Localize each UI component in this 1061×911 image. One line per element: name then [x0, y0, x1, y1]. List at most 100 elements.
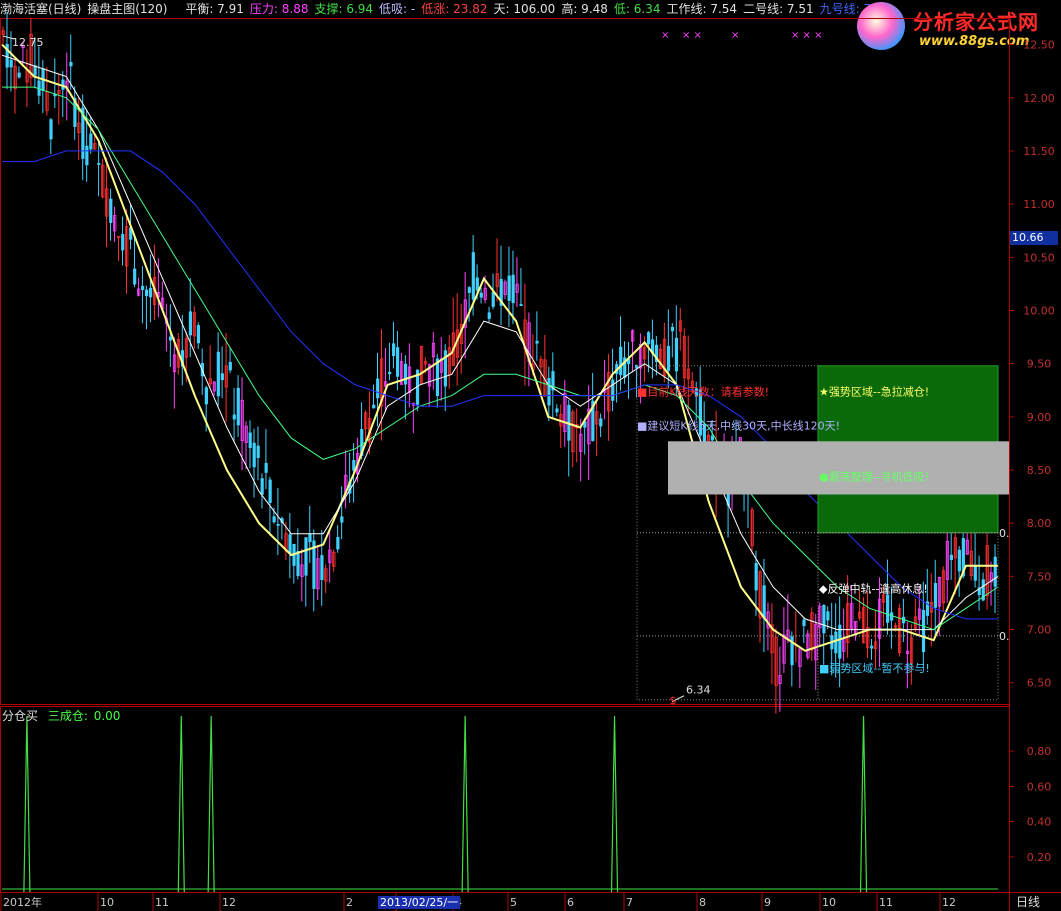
y-tick-label: 9.50	[1027, 358, 1052, 371]
box-right-text-4: ■弱势区域--暂不参与!	[819, 661, 930, 675]
candle-body	[507, 275, 511, 301]
candle-body	[826, 611, 830, 621]
candle-body	[288, 534, 292, 554]
x-tick-label: 2012年	[3, 895, 42, 909]
y-tick-label: 8.00	[1027, 517, 1052, 530]
y-tick-label: 12.50	[1023, 39, 1055, 52]
x-tick-label: 12	[222, 896, 236, 909]
candle-body	[85, 145, 89, 166]
candle-body	[754, 563, 758, 591]
candle-body	[467, 287, 471, 293]
candle-body	[49, 119, 53, 140]
sub-y-tick-label: 0.60	[1027, 780, 1052, 793]
candle-body	[33, 65, 37, 76]
candle-body	[121, 233, 125, 251]
zero-label: 0.	[999, 527, 1010, 540]
box-left-text-1: ■目前K线天数：请看参数!	[637, 385, 769, 399]
candle-body	[890, 612, 894, 621]
candle-body	[435, 358, 440, 397]
candle-body	[17, 72, 21, 78]
zero-label: 0.	[999, 630, 1010, 643]
candle-body	[396, 347, 400, 377]
ma-line	[2, 86, 999, 631]
buy-signal-spike	[610, 715, 619, 893]
candle-body	[133, 268, 137, 285]
candle-body	[479, 292, 483, 298]
low-price-label: 6.34	[686, 684, 711, 697]
candle-body	[272, 516, 276, 523]
signal-cross: ×	[661, 30, 669, 41]
ma-line	[1, 54, 999, 631]
candle-body	[555, 408, 559, 413]
x-tick-label: 10	[822, 896, 836, 909]
box-left-text-2: ■建议短K线5天,中线30天,中长线120天!	[637, 419, 840, 433]
sub-y-tick-label: 0.80	[1027, 745, 1052, 758]
candle-body	[109, 198, 113, 223]
candle-body	[619, 346, 623, 376]
sub-chart-header: 分仓买 三成仓: 0.00	[2, 709, 120, 723]
y-tick-label: 12.00	[1023, 92, 1055, 105]
candle-body	[392, 343, 396, 357]
sub-y-tick-label: 0.20	[1027, 851, 1052, 864]
candle-body	[886, 594, 890, 623]
candle-body	[519, 304, 523, 306]
candle-body	[236, 387, 240, 426]
y-tick-label: 11.50	[1023, 145, 1055, 158]
candle-body	[69, 61, 73, 67]
high-price-label: 12.75	[12, 36, 44, 49]
x-tick-label: 6	[567, 896, 574, 909]
x-tick-label: 10	[100, 896, 114, 909]
candle-body	[376, 378, 380, 399]
buy-signal-spike	[23, 715, 31, 893]
candle-body	[320, 555, 324, 580]
cursor-date-tag: 2013/02/25/一	[378, 896, 461, 909]
y-tick-label: 9.00	[1027, 411, 1052, 424]
y-tick-label: 8.50	[1027, 464, 1052, 477]
x-tick-label: 9	[764, 896, 771, 909]
candle-body	[89, 133, 93, 150]
candle-body	[834, 631, 838, 654]
candle-body	[921, 609, 926, 653]
sub-chart-frame	[0, 706, 1010, 893]
candle-body	[248, 432, 252, 448]
signal-cross: × ×	[682, 30, 702, 41]
sub-y-tick-label: 0.40	[1027, 816, 1052, 829]
candle-body	[188, 311, 193, 336]
candle-body	[670, 327, 675, 332]
candle-body	[61, 79, 65, 90]
candle-body	[535, 340, 539, 344]
x-tick-label: 11	[155, 896, 169, 909]
candle-body	[260, 478, 264, 495]
x-tick-label: 11	[879, 896, 893, 909]
candle-body	[232, 414, 236, 420]
chart-canvas[interactable]: 12.50 12.00 11.50 11.00 10.50 10.00 9.50 9.00 8.…	[0, 0, 1061, 911]
candle-body	[9, 59, 13, 68]
x-tick-label: 2	[346, 896, 353, 909]
candle-body	[304, 537, 308, 576]
buy-signal-spike	[207, 715, 215, 893]
box-right-text-3: ◆反弹中轨--逢高休息!	[819, 581, 928, 595]
box-right-text-1: ★强势区域--急拉减仓!	[819, 385, 929, 399]
candle-body	[949, 554, 953, 560]
y-tick-label: 10.00	[1023, 304, 1055, 317]
candle-body	[647, 332, 651, 345]
candle-body	[403, 363, 408, 385]
candle-body	[145, 289, 149, 297]
candle-body	[547, 378, 551, 406]
period-label[interactable]: 日线	[1016, 893, 1040, 910]
buy-signal-spike	[859, 715, 868, 893]
candle-body	[802, 619, 806, 627]
candle-body	[268, 479, 272, 503]
sub-indicator-name: 分仓买	[2, 709, 39, 723]
candle-body	[168, 336, 173, 341]
candle-body	[710, 435, 714, 441]
candle-body	[388, 371, 392, 375]
x-tick-label: 7	[626, 896, 633, 909]
candle-body	[973, 566, 977, 581]
pressure-band	[668, 441, 1009, 495]
y-tick-label: 10.50	[1023, 251, 1055, 264]
main-chart-frame	[0, 18, 1010, 705]
ma-line	[1, 43, 998, 652]
box-right-text-2: ●震荡整理--寻机低吸!	[819, 470, 929, 484]
candle-body	[762, 585, 766, 619]
